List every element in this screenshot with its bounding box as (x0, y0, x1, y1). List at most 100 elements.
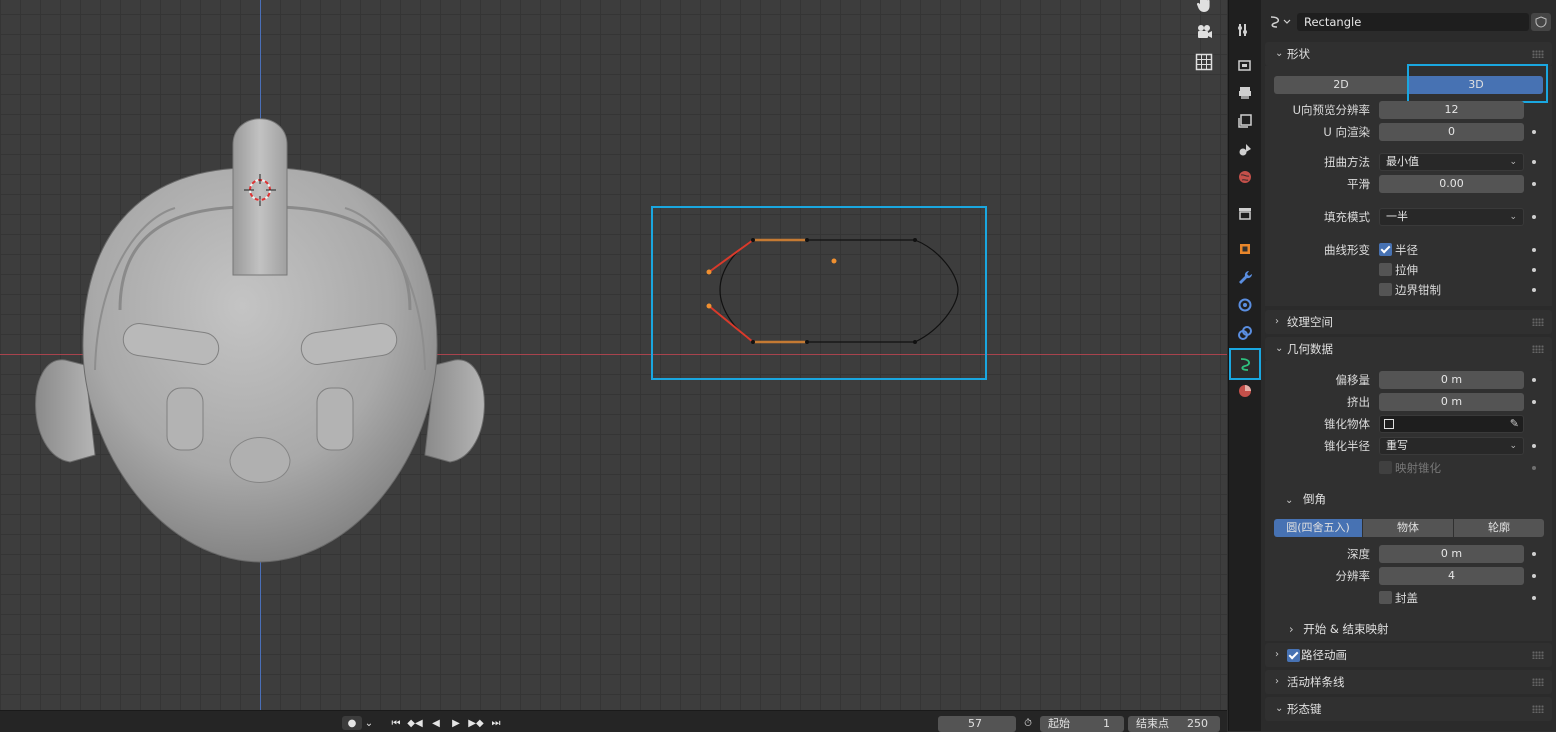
tab-tool[interactable] (1231, 17, 1259, 43)
timeline-bar: ● ⌄ ⏮ ◆◀ ◀ ▶ ▶◆ ⏭ 57 ⏱ 起始 1 结束点 250 (0, 710, 1227, 732)
texture-space-title: 纹理空间 (1287, 315, 1333, 329)
animate-dot-icon[interactable] (1532, 160, 1536, 164)
animate-dot-icon[interactable] (1532, 400, 1536, 404)
animate-dot-icon[interactable] (1532, 466, 1536, 470)
twist-method-select[interactable]: 最小值 ⌄ (1379, 153, 1524, 171)
drag-grip-icon[interactable] (1532, 651, 1544, 659)
collection-icon (1239, 208, 1251, 220)
ortho-grid-icon[interactable] (1192, 50, 1216, 74)
bounds-clamp-checkbox[interactable] (1379, 283, 1392, 296)
shape-keys-panel-header[interactable]: ⌄ 形态键 (1265, 697, 1552, 721)
bevel-profile-button[interactable]: 轮廓 (1454, 519, 1544, 537)
twist-method-label: 扭曲方法 (1324, 155, 1370, 169)
animate-dot-icon[interactable] (1532, 596, 1536, 600)
chevron-down-icon: ⌄ (1275, 703, 1284, 714)
jump-end-icon[interactable]: ⏭ (488, 716, 504, 730)
smooth-field[interactable]: 0.00 (1379, 175, 1524, 193)
animate-dot-icon[interactable] (1532, 215, 1536, 219)
render-u-field[interactable]: 0 (1379, 123, 1524, 141)
animate-dot-icon[interactable] (1532, 130, 1536, 134)
taper-radius-select[interactable]: 重写 ⌄ (1379, 437, 1524, 455)
fill-mode-value: 一半 (1386, 210, 1408, 223)
drag-grip-icon[interactable] (1532, 678, 1544, 686)
animate-dot-icon[interactable] (1532, 378, 1536, 382)
chevron-right-icon: › (1275, 316, 1279, 327)
animate-dot-icon[interactable] (1532, 288, 1536, 292)
3d-viewport[interactable] (0, 0, 1227, 710)
tab-curve-data[interactable] (1229, 348, 1261, 380)
fake-user-shield-icon[interactable] (1531, 13, 1551, 31)
path-animation-checkbox[interactable] (1287, 649, 1300, 662)
tab-constraints[interactable] (1231, 320, 1259, 346)
end-frame-field[interactable]: 结束点 250 (1128, 716, 1220, 732)
drag-grip-icon[interactable] (1532, 50, 1544, 58)
head-model[interactable] (25, 110, 495, 570)
shape-panel-header[interactable]: ⌄ 形状 (1265, 42, 1552, 66)
tab-output[interactable] (1231, 80, 1259, 106)
datablock-type-selector[interactable] (1267, 13, 1293, 31)
drag-grip-icon[interactable] (1532, 705, 1544, 713)
tab-collection[interactable] (1231, 200, 1259, 226)
animate-dot-icon[interactable] (1532, 182, 1536, 186)
tab-world[interactable] (1231, 164, 1259, 190)
depth-field[interactable]: 0 m (1379, 545, 1524, 563)
animate-dot-icon[interactable] (1532, 552, 1536, 556)
geometry-panel-header[interactable]: ⌄ 几何数据 (1265, 337, 1552, 361)
curve-deform-row: 曲线形变 半径 (1261, 239, 1556, 261)
animate-dot-icon[interactable] (1532, 248, 1536, 252)
dimension-2d-button[interactable]: 2D (1274, 76, 1408, 94)
eyedropper-icon[interactable]: ✎ (1510, 416, 1519, 432)
chevron-down-icon[interactable]: ⌄ (362, 716, 376, 730)
tab-material[interactable] (1231, 378, 1259, 404)
jump-start-icon[interactable]: ⏮ (388, 716, 404, 730)
bounds-clamp-label: 边界钳制 (1395, 283, 1441, 297)
hand-pan-icon[interactable] (1192, 0, 1216, 16)
path-animation-panel-header[interactable]: › 路径动画 (1265, 643, 1552, 667)
play-reverse-icon[interactable]: ◀ (428, 716, 444, 730)
fill-caps-row: 封盖 (1261, 587, 1556, 609)
texture-space-panel-header[interactable]: › 纹理空间 (1265, 310, 1552, 334)
fill-caps-checkbox[interactable] (1379, 591, 1392, 604)
stopwatch-icon[interactable]: ⏱ (1019, 716, 1037, 730)
stretch-label: 拉伸 (1395, 263, 1418, 277)
stretch-checkbox[interactable] (1379, 263, 1392, 276)
animate-dot-icon[interactable] (1532, 268, 1536, 272)
drag-grip-icon[interactable] (1532, 345, 1544, 353)
tab-view-layer[interactable] (1231, 108, 1259, 134)
chevron-down-icon: ⌄ (1285, 495, 1294, 506)
start-end-mapping-header[interactable]: › 开始 & 结束映射 (1289, 618, 1389, 640)
prev-keyframe-icon[interactable]: ◆◀ (406, 716, 424, 730)
active-spline-title: 活动样条线 (1287, 675, 1345, 689)
active-spline-panel-header[interactable]: › 活动样条线 (1265, 670, 1552, 694)
current-frame-field[interactable]: 57 (938, 716, 1016, 732)
play-icon[interactable]: ▶ (448, 716, 464, 730)
path-animation-title: 路径动画 (1301, 648, 1347, 662)
camera-view-icon[interactable] (1192, 20, 1216, 44)
end-frame-label: 结束点 (1136, 717, 1169, 730)
datablock-name-field[interactable]: Rectangle (1297, 13, 1529, 31)
tab-scene[interactable] (1231, 136, 1259, 162)
radius-checkbox[interactable] (1379, 243, 1392, 256)
tab-object[interactable] (1231, 236, 1259, 262)
animate-dot-icon[interactable] (1532, 444, 1536, 448)
smooth-row: 平滑 0.00 (1261, 173, 1556, 195)
bevel-subpanel-header[interactable]: ⌄ 倒角 (1285, 488, 1326, 510)
start-frame-field[interactable]: 起始 1 (1040, 716, 1124, 732)
animate-dot-icon[interactable] (1532, 574, 1536, 578)
fill-mode-select[interactable]: 一半 ⌄ (1379, 208, 1524, 226)
bevel-object-button[interactable]: 物体 (1363, 519, 1453, 537)
extrude-field[interactable]: 0 m (1379, 393, 1524, 411)
bevel-round-button[interactable]: 圆(四舍五入) (1274, 519, 1362, 537)
curve-deform-label: 曲线形变 (1324, 243, 1370, 257)
taper-object-field[interactable]: ✎ (1379, 415, 1524, 433)
tab-modifiers[interactable] (1231, 264, 1259, 290)
resolution-field[interactable]: 4 (1379, 567, 1524, 585)
keyframe-record-icon[interactable]: ● (342, 716, 362, 730)
preview-u-field[interactable]: 12 (1379, 101, 1524, 119)
tab-render[interactable] (1231, 52, 1259, 78)
offset-field[interactable]: 0 m (1379, 371, 1524, 389)
drag-grip-icon[interactable] (1532, 318, 1544, 326)
map-taper-checkbox[interactable] (1379, 461, 1392, 474)
tab-physics[interactable] (1231, 292, 1259, 318)
next-keyframe-icon[interactable]: ▶◆ (466, 716, 486, 730)
